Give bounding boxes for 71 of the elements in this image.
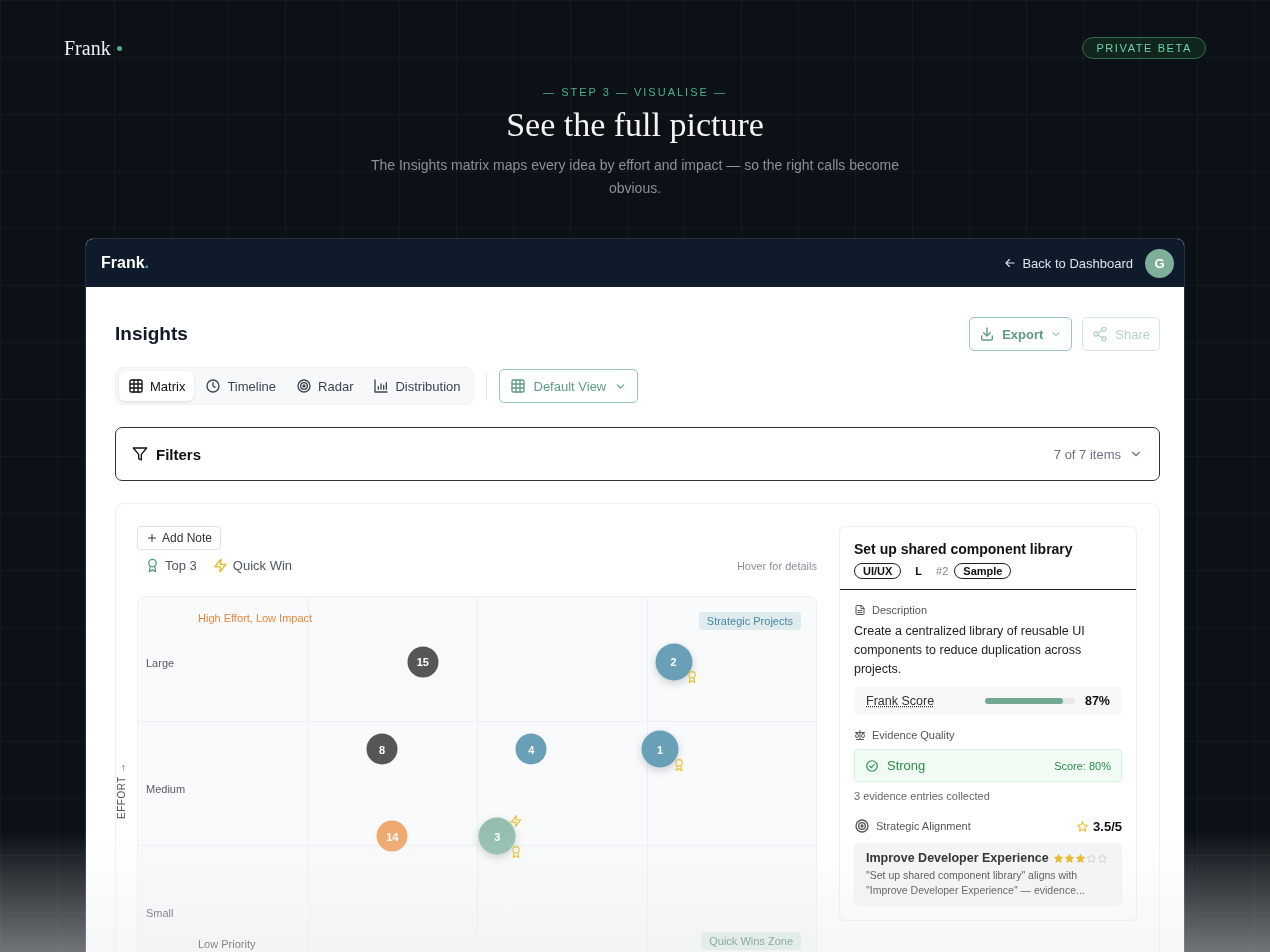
award-icon bbox=[145, 558, 160, 573]
hero-subtitle: The Insights matrix maps every idea by effort and impact — so the right calls become obvious. bbox=[369, 156, 901, 198]
beta-badge: PRIVATE BETA bbox=[1082, 37, 1206, 59]
view-tab[interactable]: Distribution bbox=[364, 371, 470, 401]
lightning-icon bbox=[509, 814, 523, 828]
item-count: 7 of 7 items bbox=[1053, 446, 1121, 462]
scale-icon bbox=[854, 729, 866, 741]
award-icon bbox=[685, 670, 699, 684]
quadrant-label: Low Priority bbox=[198, 938, 256, 950]
evidence-note: 3 evidence entries collected bbox=[854, 790, 991, 802]
idea-tag: #2 bbox=[936, 565, 949, 577]
share-icon bbox=[1092, 326, 1109, 342]
grid-icon bbox=[509, 378, 526, 394]
idea-bubble[interactable]: 15 bbox=[407, 646, 439, 678]
view-tab[interactable]: Matrix bbox=[119, 371, 195, 401]
goal-title: Improve Developer Experience bbox=[866, 851, 1049, 865]
view-tab[interactable]: Timeline bbox=[196, 371, 286, 401]
star-icon bbox=[1052, 852, 1064, 864]
effort-row-label: Small bbox=[146, 907, 174, 919]
document-icon bbox=[854, 604, 866, 616]
filter-icon bbox=[132, 446, 148, 462]
effort-row-label: Large bbox=[146, 657, 175, 669]
idea-tag: L bbox=[907, 565, 931, 577]
page-title: Insights bbox=[115, 323, 188, 345]
star-icon bbox=[1074, 852, 1086, 864]
award-icon bbox=[509, 845, 523, 859]
plus-icon bbox=[146, 532, 158, 544]
view-tab[interactable]: Radar bbox=[287, 371, 363, 401]
star-icon bbox=[1096, 852, 1108, 864]
evidence-score: Score: 80% bbox=[1054, 759, 1111, 772]
award-icon bbox=[672, 758, 686, 771]
grid-icon bbox=[128, 378, 144, 394]
quadrant-label: Strategic Projects bbox=[698, 612, 801, 630]
effort-row-label: Medium bbox=[146, 783, 186, 795]
star-icon bbox=[1085, 852, 1097, 864]
bar-chart-icon bbox=[373, 378, 390, 394]
section-label: Evidence Quality bbox=[872, 729, 955, 741]
target-icon bbox=[854, 818, 870, 834]
legend-label: Top 3 bbox=[165, 558, 197, 573]
section-label: Description bbox=[872, 604, 928, 616]
logo-dot bbox=[116, 45, 122, 51]
score-value: 87% bbox=[1084, 694, 1110, 708]
check-circle-icon bbox=[865, 758, 879, 773]
clock-icon bbox=[205, 378, 222, 394]
axis-label: EFFORT → bbox=[116, 762, 127, 819]
lightning-icon bbox=[212, 558, 228, 573]
goal-description: "Set up shared component library" aligns with "Improve Developer Experience" — evidence... bbox=[866, 868, 1086, 898]
filters-label: Filters bbox=[156, 445, 201, 463]
download-icon bbox=[979, 326, 996, 342]
score-label: Frank Score bbox=[866, 694, 936, 708]
section-label: Strategic Alignment bbox=[876, 820, 971, 832]
quadrant-label: High Effort, Low Impact bbox=[198, 612, 313, 624]
back-link[interactable]: Back to Dashboard bbox=[1003, 255, 1133, 271]
star-icon bbox=[1063, 852, 1075, 864]
quadrant-label: Quick Wins Zone bbox=[701, 932, 801, 950]
add-note-button[interactable]: Add Note bbox=[137, 526, 222, 550]
target-icon bbox=[296, 378, 313, 394]
arrow-left-icon bbox=[1003, 256, 1018, 270]
filters-bar[interactable]: Filters 7 of 7 items bbox=[115, 427, 1160, 481]
hero-title: See the full picture bbox=[505, 106, 765, 144]
idea-bubble[interactable]: 8 bbox=[366, 733, 398, 765]
star-icon bbox=[1076, 819, 1090, 833]
legend-label: Quick Win bbox=[232, 558, 293, 573]
evidence-label: Strong bbox=[887, 758, 926, 773]
step-label: — STEP 3 — VISUALISE — bbox=[542, 86, 728, 98]
hover-hint: Hover for details bbox=[736, 559, 817, 572]
app-logo: Frank. bbox=[101, 254, 150, 272]
logo-text: Frank bbox=[64, 36, 111, 60]
idea-description: Create a centralized library of reusable UI components to reduce duplication across projects. bbox=[854, 623, 1086, 678]
idea-title: Set up shared component library bbox=[854, 541, 1074, 557]
alignment-rating: 3.5/5 bbox=[1093, 818, 1122, 834]
